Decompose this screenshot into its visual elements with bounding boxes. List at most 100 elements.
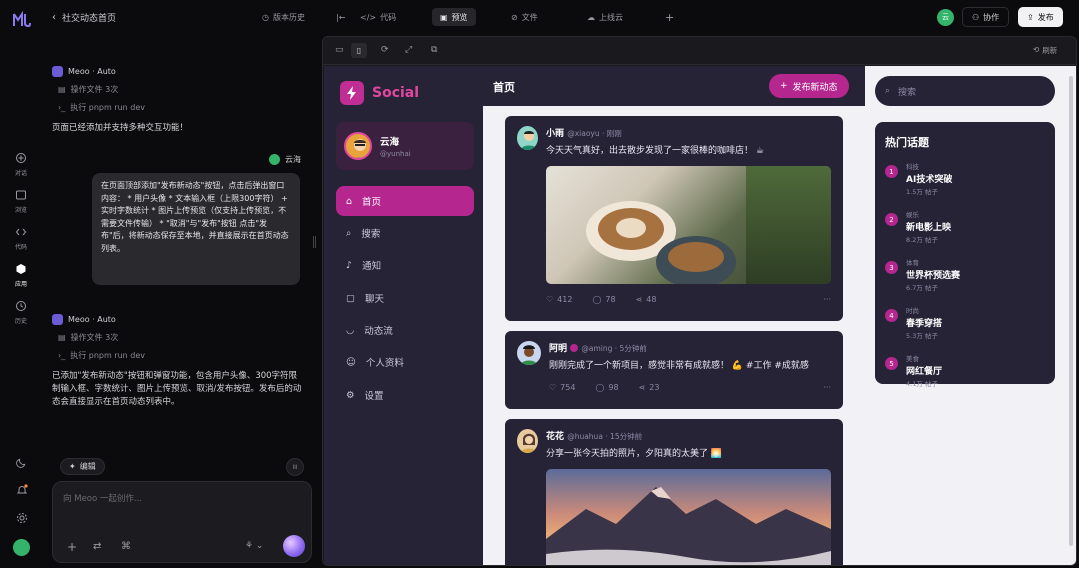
nav-item-settings[interactable]: ⚙ 设置 (336, 380, 474, 410)
add-tab-icon[interactable]: + (665, 8, 674, 26)
post-author[interactable]: 阿明 (549, 344, 567, 354)
app-sidebar: Social 云海 @yunhai ⌂ 首页 ⌕ 搜索 ♪ 通知 ▢ 聊天 ◡ 动态流 ☺… (324, 66, 483, 565)
search-box[interactable]: ⌕ 搜索 (875, 76, 1055, 106)
comment-icon: ◯ (595, 383, 605, 392)
profile-name: 云海 (380, 137, 400, 148)
file-icon: ▤ (58, 85, 66, 94)
share-button[interactable]: ⚇ 协作 (962, 7, 1010, 27)
share-post-button[interactable]: ⋖ 23 (639, 383, 660, 392)
tab-code[interactable]: </> 代码 (360, 8, 396, 26)
search-placeholder[interactable]: 搜索 (898, 85, 916, 98)
preview-icon: ▣ (440, 12, 448, 22)
profile-card[interactable]: 云海 @yunhai (336, 122, 474, 170)
gear-icon: ⚙ (346, 389, 355, 401)
desktop-view-icon[interactable]: ▭ (335, 45, 344, 55)
trending-item[interactable]: 4 时尚 春季穿搭 5.3万 帖子 (885, 305, 1045, 340)
back-chevron-icon[interactable]: ‹ (52, 12, 56, 23)
post-handle: @aming · 5分钟前 (581, 344, 647, 353)
collapse-sidebar-icon[interactable]: |← (336, 8, 345, 26)
nav-item-profile[interactable]: ☺ 个人资料 (336, 347, 474, 377)
post-author[interactable]: 花花 (546, 432, 564, 442)
open-external-icon[interactable]: ⧉ (431, 45, 437, 55)
new-post-button[interactable]: + 发布新动态 (769, 74, 849, 98)
publish-button[interactable]: ⇪ 发布 (1018, 7, 1063, 27)
trending-category: 美食 (906, 355, 919, 363)
pause-button[interactable]: ıı (286, 458, 304, 476)
operation-text[interactable]: 操作文件 3次 (71, 332, 119, 343)
tab-deploy[interactable]: ☁ 上线云 (587, 8, 623, 26)
post-card[interactable]: 花花 @huahua · 15分钟前 分享一张今天拍的照片，夕阳真的太美了 🌅 (505, 419, 843, 565)
share-post-button[interactable]: ⋖ 48 (636, 295, 657, 304)
refresh-icon: ⟲ (1033, 45, 1040, 54)
more-icon[interactable]: ··· (823, 383, 831, 392)
shuffle-icon[interactable]: ⇄ (93, 541, 101, 552)
account-avatar[interactable] (13, 539, 30, 556)
rail-item-apps[interactable]: 应用 (0, 263, 42, 288)
send-button[interactable] (283, 535, 305, 557)
post-author[interactable]: 小雨 (546, 129, 564, 139)
operation-text[interactable]: 执行 pnpm run dev (70, 102, 145, 113)
add-icon[interactable]: + (67, 540, 77, 554)
nav-label: 个人资料 (365, 358, 404, 369)
nav-item-notifications[interactable]: ♪ 通知 (336, 250, 474, 280)
attach-icon[interactable]: ⌘ (121, 541, 131, 552)
nav-item-search[interactable]: ⌕ 搜索 (336, 218, 474, 248)
user-avatar-top[interactable]: 云 (937, 9, 954, 26)
tablet-view-icon[interactable]: ▯ (351, 43, 367, 58)
project-header[interactable]: ‹ 社交动态首页 (52, 11, 116, 24)
trending-item[interactable]: 1 科技 AI技术突破 1.5万 帖子 (885, 161, 1045, 196)
nav-item-chat[interactable]: ▢ 聊天 (336, 283, 474, 313)
mode-chip[interactable]: ✦ 编辑 (60, 458, 105, 475)
theme-moon-icon[interactable] (16, 457, 27, 471)
trending-topic: AI技术突破 (906, 175, 953, 185)
operation-text[interactable]: 操作文件 3次 (71, 84, 119, 95)
trending-count: 6.7万 帖子 (906, 284, 938, 292)
rail-item-browse[interactable]: 浏览 (0, 189, 42, 214)
refresh-button[interactable]: ⟲ 刷新 (1033, 45, 1057, 56)
chat-input-box[interactable]: 向 Meoo 一起创作... + ⇄ ⌘ ⚘ ⌄ (52, 481, 312, 563)
trending-item[interactable]: 5 美食 网红餐厅 4.1万 帖子 (885, 353, 1045, 388)
tab-preview[interactable]: ▣ 预览 (432, 8, 476, 26)
rail-item-history[interactable]: 历史 (0, 300, 42, 325)
fullscreen-icon[interactable]: ⤢ (405, 45, 412, 55)
brand-name: Social (372, 85, 420, 101)
post-image-mountain-sunset[interactable] (546, 469, 831, 565)
trending-item[interactable]: 2 娱乐 新电影上映 8.2万 帖子 (885, 209, 1045, 244)
more-icon[interactable]: ··· (823, 295, 831, 304)
version-history-button[interactable]: ◷ 版本历史 (262, 8, 305, 26)
post-card[interactable]: 阿明 @aming · 5分钟前 刚刚完成了一个新项目，感觉非常有成就感！ 💪 … (505, 331, 843, 409)
nav-item-feed[interactable]: ◡ 动态流 (336, 315, 474, 345)
tab-files[interactable]: ⊘ 文件 (511, 8, 538, 26)
panel-resize-handle[interactable] (313, 236, 316, 248)
trending-rank: 2 (885, 213, 898, 226)
post-avatar (517, 429, 538, 453)
post-image-coffee[interactable] (546, 166, 831, 284)
user-avatar (269, 154, 280, 165)
trending-topic: 新电影上映 (906, 223, 952, 233)
comment-button[interactable]: ◯ 98 (595, 383, 618, 392)
sparkle-icon: ✦ (69, 462, 76, 471)
rail-item-code[interactable]: 代码 (0, 226, 42, 251)
notification-bell-icon[interactable] (16, 484, 28, 499)
nav-item-home[interactable]: ⌂ 首页 (336, 186, 474, 216)
settings-gear-icon[interactable] (16, 512, 28, 527)
model-selector[interactable]: ⚘ ⌄ (245, 541, 263, 551)
like-button[interactable]: ♡ 754 (549, 383, 575, 392)
user-message-bubble: 在页面顶部添加"发布新动态"按钮，点击后弹出窗口内容： * 用户头像 * 文本输… (92, 173, 300, 285)
rail-label: 应用 (14, 281, 27, 288)
operation-text[interactable]: 执行 pnpm run dev (70, 350, 145, 361)
comment-button[interactable]: ◯ 78 (592, 295, 615, 304)
feed-list: 小雨 @xiaoyu · 刚刚 今天天气真好，出去散步发现了一家很棒的咖啡店！ … (483, 106, 865, 565)
app-brand[interactable]: Social (340, 81, 419, 105)
assistant-message: 已添加"发布新动态"按钮和弹窗功能，包含用户头像、300字符限制输入框、字数统计… (52, 371, 302, 407)
rotate-icon[interactable]: ⟳ (381, 45, 389, 55)
trending-item[interactable]: 3 体育 世界杯预选赛 6.7万 帖子 (885, 257, 1045, 292)
post-card[interactable]: 小雨 @xiaoyu · 刚刚 今天天气真好，出去散步发现了一家很棒的咖啡店！ … (505, 116, 843, 321)
trending-panel: 热门话题 1 科技 AI技术突破 1.5万 帖子 2 娱乐 新电影上映 8.2万 帖子 3体… (875, 122, 1055, 388)
post-text: 分享一张今天拍的照片，夕阳真的太美了 🌅 (546, 449, 723, 459)
like-button[interactable]: ♡ 412 (546, 295, 572, 304)
app-logo[interactable] (12, 10, 32, 29)
scrollbar[interactable] (1069, 76, 1073, 546)
rail-item-chat[interactable]: 对话 (0, 152, 42, 177)
chat-input-placeholder[interactable]: 向 Meoo 一起创作... (63, 492, 142, 504)
